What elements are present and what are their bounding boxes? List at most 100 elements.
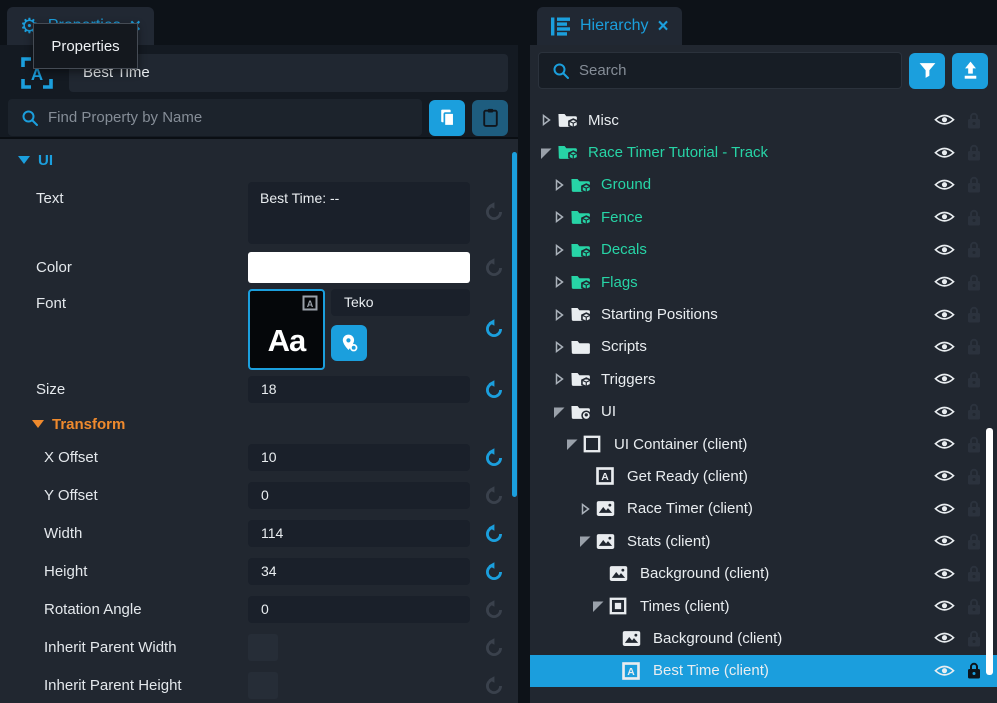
caret-collapsed-icon[interactable]: [551, 242, 567, 258]
caret-expanded-icon[interactable]: [564, 436, 580, 452]
reset-icon[interactable]: [470, 562, 518, 582]
lock-toggle-icon[interactable]: [967, 403, 981, 420]
visibility-toggle-icon[interactable]: [934, 664, 955, 678]
font-name-field[interactable]: Teko: [331, 289, 470, 316]
height-input[interactable]: 34: [248, 558, 470, 585]
caret-collapsed-icon[interactable]: [551, 339, 567, 355]
lock-toggle-icon[interactable]: [967, 338, 981, 355]
reset-icon[interactable]: [470, 524, 518, 544]
visibility-toggle-icon[interactable]: [934, 502, 955, 516]
text-textarea[interactable]: Best Time: --: [248, 182, 470, 244]
tree-item-misc[interactable]: Misc: [530, 104, 997, 136]
lock-toggle-icon[interactable]: [967, 468, 981, 485]
lock-toggle-icon[interactable]: [967, 500, 981, 517]
reset-icon[interactable]: [470, 289, 518, 339]
tree-item-background-client[interactable]: Background (client): [530, 557, 997, 589]
export-button[interactable]: [952, 53, 988, 89]
tab-hierarchy[interactable]: Hierarchy ×: [537, 7, 682, 45]
lock-toggle-icon[interactable]: [967, 176, 981, 193]
tree-item-flags[interactable]: Flags: [530, 266, 997, 298]
tree-item-stats-client[interactable]: Stats (client): [530, 525, 997, 557]
visibility-toggle-icon[interactable]: [934, 599, 955, 613]
filter-button[interactable]: [909, 53, 945, 89]
color-swatch[interactable]: [248, 252, 470, 283]
visibility-toggle-icon[interactable]: [934, 178, 955, 192]
tree-item-triggers[interactable]: Triggers: [530, 363, 997, 395]
tree-item-race-timer-tutorial-track[interactable]: Race Timer Tutorial - Track: [530, 136, 997, 168]
tree-item-starting-positions[interactable]: Starting Positions: [530, 298, 997, 330]
tree-item-best-time-client[interactable]: ABest Time (client): [530, 655, 997, 687]
lock-toggle-icon[interactable]: [967, 565, 981, 582]
reset-icon[interactable]: [470, 600, 518, 620]
lock-toggle-icon[interactable]: [967, 630, 981, 647]
lock-toggle-icon[interactable]: [967, 533, 981, 550]
properties-scrollbar[interactable]: [512, 152, 517, 497]
lock-toggle-icon[interactable]: [967, 371, 981, 388]
size-input[interactable]: 18: [248, 376, 470, 403]
y-offset-input[interactable]: 0: [248, 482, 470, 509]
visibility-toggle-icon[interactable]: [934, 113, 955, 127]
tree-item-ui-container-client[interactable]: UI Container (client): [530, 428, 997, 460]
caret-collapsed-icon[interactable]: [538, 112, 554, 128]
x-offset-input[interactable]: 10: [248, 444, 470, 471]
lock-toggle-icon[interactable]: [967, 241, 981, 258]
caret-collapsed-icon[interactable]: [551, 307, 567, 323]
font-picker-button[interactable]: [331, 325, 367, 361]
section-header-ui[interactable]: UI: [0, 150, 518, 170]
caret-collapsed-icon[interactable]: [551, 371, 567, 387]
inherit-parent-height-checkbox[interactable]: [248, 672, 278, 699]
width-input[interactable]: 114: [248, 520, 470, 547]
visibility-toggle-icon[interactable]: [934, 210, 955, 224]
lock-toggle-icon[interactable]: [967, 274, 981, 291]
tree-item-background-client[interactable]: Background (client): [530, 622, 997, 654]
visibility-toggle-icon[interactable]: [934, 146, 955, 160]
visibility-toggle-icon[interactable]: [934, 437, 955, 451]
lock-toggle-icon[interactable]: [967, 436, 981, 453]
visibility-toggle-icon[interactable]: [934, 631, 955, 645]
tree-item-get-ready-client[interactable]: AGet Ready (client): [530, 460, 997, 492]
tree-item-ui[interactable]: UI: [530, 396, 997, 428]
close-icon[interactable]: ×: [657, 17, 668, 36]
caret-collapsed-icon[interactable]: [551, 177, 567, 193]
caret-expanded-icon[interactable]: [577, 533, 593, 549]
tree-item-scripts[interactable]: Scripts: [530, 331, 997, 363]
lock-toggle-icon[interactable]: [967, 662, 981, 679]
lock-toggle-icon[interactable]: [967, 112, 981, 129]
visibility-toggle-icon[interactable]: [934, 469, 955, 483]
visibility-toggle-icon[interactable]: [934, 372, 955, 386]
hierarchy-scrollbar[interactable]: [986, 428, 993, 675]
visibility-toggle-icon[interactable]: [934, 340, 955, 354]
reset-icon[interactable]: [470, 676, 518, 696]
caret-expanded-icon[interactable]: [590, 598, 606, 614]
caret-collapsed-icon[interactable]: [551, 274, 567, 290]
rotation-angle-input[interactable]: 0: [248, 596, 470, 623]
tree-item-race-timer-client[interactable]: Race Timer (client): [530, 493, 997, 525]
lock-toggle-icon[interactable]: [967, 306, 981, 323]
hierarchy-search-input[interactable]: Search: [538, 52, 902, 89]
caret-collapsed-icon[interactable]: [551, 209, 567, 225]
caret-expanded-icon[interactable]: [538, 145, 554, 161]
visibility-toggle-icon[interactable]: [934, 567, 955, 581]
visibility-toggle-icon[interactable]: [934, 243, 955, 257]
property-search-input[interactable]: Find Property by Name: [8, 99, 422, 136]
tree-item-times-client[interactable]: Times (client): [530, 590, 997, 622]
lock-toggle-icon[interactable]: [967, 598, 981, 615]
reset-icon[interactable]: [470, 258, 518, 278]
reset-icon[interactable]: [470, 448, 518, 468]
tree-item-fence[interactable]: Fence: [530, 201, 997, 233]
visibility-toggle-icon[interactable]: [934, 534, 955, 548]
paste-properties-button[interactable]: [472, 100, 508, 136]
copy-properties-button[interactable]: [429, 100, 465, 136]
caret-collapsed-icon[interactable]: [577, 501, 593, 517]
section-header-transform[interactable]: Transform: [0, 414, 518, 434]
reset-icon[interactable]: [470, 380, 518, 400]
reset-icon[interactable]: [470, 486, 518, 506]
caret-expanded-icon[interactable]: [551, 404, 567, 420]
tree-item-decals[interactable]: Decals: [530, 234, 997, 266]
visibility-toggle-icon[interactable]: [934, 308, 955, 322]
reset-icon[interactable]: [470, 638, 518, 658]
inherit-parent-width-checkbox[interactable]: [248, 634, 278, 661]
tree-item-ground[interactable]: Ground: [530, 169, 997, 201]
lock-toggle-icon[interactable]: [967, 209, 981, 226]
visibility-toggle-icon[interactable]: [934, 275, 955, 289]
